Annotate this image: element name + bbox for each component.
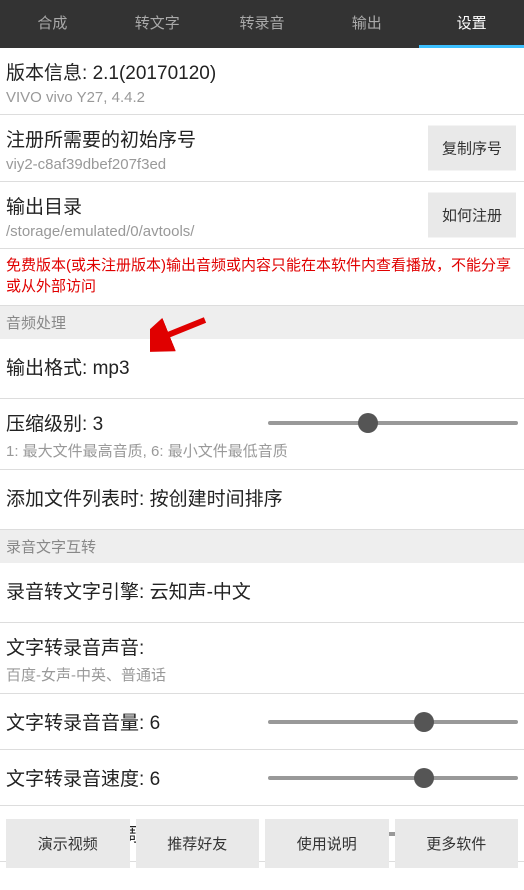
output-format-row[interactable]: 输出格式: mp3 <box>0 339 524 399</box>
tts-volume-label: 文字转录音音量: <box>6 713 150 734</box>
output-format-label: 输出格式: <box>6 358 93 379</box>
audio-processing-header: 音频处理 <box>0 306 524 339</box>
more-software-button[interactable]: 更多软件 <box>395 819 519 868</box>
stt-engine-value: 云知声-中文 <box>150 582 251 603</box>
tab-to-audio[interactable]: 转录音 <box>210 0 315 48</box>
compress-sub: 1: 最大文件最高音质, 6: 最小文件最低音质 <box>6 440 518 461</box>
tts-speed-row[interactable]: 文字转录音速度: 6 <box>0 750 524 806</box>
device-info: VIVO vivo Y27, 4.4.2 <box>6 89 518 106</box>
tts-volume-value: 6 <box>150 713 161 734</box>
version-info-row[interactable]: 版本信息: 2.1(20170120) VIVO vivo Y27, 4.4.2 <box>0 48 524 115</box>
tts-volume-slider[interactable] <box>268 712 518 732</box>
stt-engine-row[interactable]: 录音转文字引擎: 云知声-中文 <box>0 563 524 623</box>
version-title: 版本信息: 2.1(20170120) <box>6 58 518 85</box>
output-format-value: mp3 <box>93 358 130 379</box>
tts-speed-label: 文字转录音速度: <box>6 769 150 790</box>
compress-value: 3 <box>93 414 104 435</box>
register-serial-row[interactable]: 注册所需要的初始序号 viy2-c8af39dbef207f3ed 复制序号 <box>0 115 524 182</box>
tts-voice-row[interactable]: 文字转录音声音: 百度-女声-中英、普通话 <box>0 623 524 694</box>
compress-level-row[interactable]: 压缩级别: 3 1: 最大文件最高音质, 6: 最小文件最低音质 <box>0 399 524 470</box>
instructions-button[interactable]: 使用说明 <box>265 819 389 868</box>
tab-bar: 合成 转文字 转录音 输出 设置 <box>0 0 524 48</box>
tts-speed-value: 6 <box>150 769 161 790</box>
stt-engine-label: 录音转文字引擎: <box>6 582 150 603</box>
tts-volume-row[interactable]: 文字转录音音量: 6 <box>0 694 524 750</box>
bottom-bar: 演示视频 推荐好友 使用说明 更多软件 <box>0 819 524 868</box>
tab-settings[interactable]: 设置 <box>419 0 524 48</box>
add-list-label: 添加文件列表时: <box>6 489 150 510</box>
output-dir-row[interactable]: 输出目录 /storage/emulated/0/avtools/ 如何注册 <box>0 182 524 249</box>
stt-tts-header: 录音文字互转 <box>0 530 524 563</box>
add-file-list-row[interactable]: 添加文件列表时: 按创建时间排序 <box>0 470 524 530</box>
tab-synthesize[interactable]: 合成 <box>0 0 105 48</box>
tab-output[interactable]: 输出 <box>314 0 419 48</box>
tts-voice-sub: 百度-女声-中英、普通话 <box>6 664 518 685</box>
recommend-button[interactable]: 推荐好友 <box>136 819 260 868</box>
how-to-register-button[interactable]: 如何注册 <box>428 193 516 238</box>
compress-slider[interactable] <box>268 413 518 433</box>
add-list-value: 按创建时间排序 <box>150 489 283 510</box>
tab-to-text[interactable]: 转文字 <box>105 0 210 48</box>
copy-serial-button[interactable]: 复制序号 <box>428 126 516 171</box>
compress-label: 压缩级别: <box>6 414 93 435</box>
tts-voice-label: 文字转录音声音: <box>6 633 518 660</box>
demo-video-button[interactable]: 演示视频 <box>6 819 130 868</box>
free-version-note: 免费版本(或未注册版本)输出音频或内容只能在本软件内查看播放，不能分享或从外部访… <box>0 249 524 306</box>
tts-speed-slider[interactable] <box>268 768 518 788</box>
